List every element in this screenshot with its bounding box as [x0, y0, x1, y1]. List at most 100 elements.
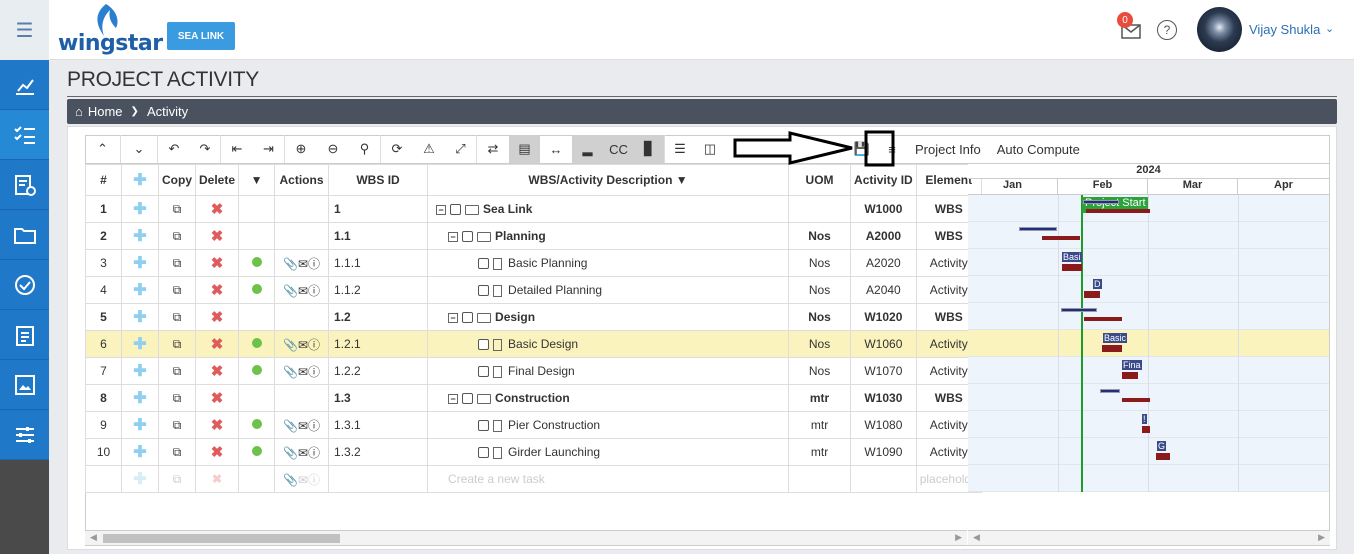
- grid-lines-icon[interactable]: ▤: [509, 135, 540, 163]
- delete-button[interactable]: ✖: [194, 384, 240, 412]
- gantt-actual-bar[interactable]: [1084, 317, 1122, 321]
- attachment-icon[interactable]: 📎: [283, 284, 298, 298]
- info-icon[interactable]: ⓘ: [308, 473, 320, 487]
- activity-id-cell[interactable]: A2020: [850, 249, 917, 277]
- description-cell[interactable]: − Sea Link: [427, 195, 790, 223]
- activity-id-cell[interactable]: W1080: [850, 411, 917, 439]
- columns-icon[interactable]: ◫: [695, 135, 725, 163]
- outdent-icon[interactable]: ⇤: [221, 135, 253, 163]
- uom-cell[interactable]: Nos: [788, 276, 852, 304]
- expand-all-icon[interactable]: ⌄: [121, 135, 158, 163]
- gantt-actual-bar[interactable]: [1062, 264, 1082, 271]
- row-checkbox[interactable]: [478, 339, 490, 351]
- delete-icon[interactable]: ✖: [212, 472, 222, 486]
- copy-button[interactable]: ⧉: [158, 222, 196, 250]
- copy-button[interactable]: ⧉: [158, 465, 196, 493]
- row-checkbox[interactable]: [478, 366, 490, 378]
- attachment-icon[interactable]: 📎: [283, 473, 298, 487]
- copy-icon[interactable]: ⧉: [173, 472, 182, 486]
- activity-id-cell[interactable]: W1090: [850, 438, 917, 466]
- delete-button[interactable]: ✖: [194, 222, 240, 250]
- wbs-id-cell[interactable]: 1: [328, 195, 429, 223]
- plus-icon[interactable]: ✚: [133, 228, 146, 245]
- uom-cell[interactable]: mtr: [788, 384, 852, 412]
- collapse-toggle-icon[interactable]: −: [448, 393, 459, 404]
- delete-icon[interactable]: ✖: [211, 282, 224, 299]
- gantt-plan-bar[interactable]: [1100, 389, 1120, 393]
- description-cell[interactable]: Final Design: [427, 357, 790, 385]
- add-child-button[interactable]: ✚: [121, 276, 159, 304]
- plus-icon[interactable]: ✚: [133, 390, 146, 407]
- activity-id-cell[interactable]: W1070: [850, 357, 917, 385]
- collapse-toggle-icon[interactable]: −: [448, 312, 459, 323]
- add-child-button[interactable]: ✚: [121, 195, 159, 223]
- project-selector-button[interactable]: SEA LINK: [167, 22, 235, 50]
- gantt-actual-bar[interactable]: [1122, 372, 1138, 379]
- activity-id-cell[interactable]: A2000: [850, 222, 917, 250]
- wbs-id-cell[interactable]: 1.2: [328, 303, 429, 331]
- plus-icon[interactable]: ✚: [133, 336, 146, 353]
- activity-id-cell[interactable]: [850, 465, 917, 493]
- uom-cell[interactable]: Nos: [788, 222, 852, 250]
- delete-icon[interactable]: ✖: [211, 255, 224, 272]
- plus-icon[interactable]: ✚: [133, 363, 146, 380]
- description-cell[interactable]: Girder Launching: [427, 438, 790, 466]
- sidebar-item-dashboard[interactable]: [0, 60, 49, 110]
- table-row[interactable]: 4 ✚ ⧉ ✖ 📎✉ⓘ 1.1.2 Detailed Planning Nos A2040 Act…: [85, 276, 982, 304]
- row-checkbox[interactable]: [478, 285, 490, 297]
- info-icon[interactable]: ⓘ: [308, 338, 320, 352]
- gantt-chart[interactable]: Project Start BasiDBasicFina!G: [968, 195, 1329, 492]
- table-row[interactable]: 3 ✚ ⧉ ✖ 📎✉ⓘ 1.1.1 Basic Planning Nos A2020 Activi…: [85, 249, 982, 277]
- activity-id-cell[interactable]: W1020: [850, 303, 917, 331]
- description-cell[interactable]: Basic Design: [427, 330, 790, 358]
- sidebar-item-reports[interactable]: [0, 160, 49, 210]
- chevron-down-icon[interactable]: ⌄: [1325, 22, 1334, 35]
- plus-icon[interactable]: ✚: [133, 444, 146, 461]
- mail-icon[interactable]: ✉: [298, 419, 308, 433]
- delete-button[interactable]: ✖: [194, 195, 240, 223]
- delete-button[interactable]: ✖: [194, 357, 240, 385]
- sidebar-item-documents[interactable]: [0, 210, 49, 260]
- gantt-horizontal-scrollbar[interactable]: ◀ ▶: [968, 530, 1330, 545]
- copy-icon[interactable]: ⧉: [173, 337, 182, 351]
- uom-cell[interactable]: Nos: [788, 330, 852, 358]
- new-task-input[interactable]: Create a new task: [427, 465, 790, 493]
- breadcrumb-home[interactable]: Home: [88, 104, 123, 119]
- scroll-thumb[interactable]: [103, 534, 340, 543]
- copy-icon[interactable]: ⧉: [173, 283, 182, 297]
- col-activity-id[interactable]: Activity ID: [850, 164, 917, 196]
- copy-icon[interactable]: ⧉: [173, 391, 182, 405]
- table-row[interactable]: 7 ✚ ⧉ ✖ 📎✉ⓘ 1.2.2 Final Design Nos W1070 Activity: [85, 357, 982, 385]
- info-icon[interactable]: ⓘ: [308, 284, 320, 298]
- wbs-id-cell[interactable]: 1.2.2: [328, 357, 429, 385]
- info-icon[interactable]: ⓘ: [308, 419, 320, 433]
- row-checkbox[interactable]: [462, 231, 474, 243]
- fit-width-icon[interactable]: ↔: [540, 135, 572, 163]
- table-row[interactable]: 8 ✚ ⧉ ✖ 1.3− Construction mtr W1030 WBS: [85, 384, 982, 412]
- uom-cell[interactable]: Nos: [788, 303, 852, 331]
- sidebar-item-tasks[interactable]: [0, 310, 49, 360]
- wbs-id-cell[interactable]: 1.3.1: [328, 411, 429, 439]
- hamburger-menu-icon[interactable]: ☰: [0, 0, 49, 60]
- sidebar-item-approvals[interactable]: [0, 260, 49, 310]
- copy-icon[interactable]: ⧉: [173, 256, 182, 270]
- description-cell[interactable]: Pier Construction: [427, 411, 790, 439]
- gantt-actual-bar[interactable]: [1122, 398, 1150, 402]
- table-row[interactable]: 2 ✚ ⧉ ✖ 1.1− Planning Nos A2000 WBS: [85, 222, 982, 250]
- copy-button[interactable]: ⧉: [158, 438, 196, 466]
- mail-icon[interactable]: ✉: [298, 338, 308, 352]
- delete-icon[interactable]: ✖: [211, 228, 224, 245]
- add-child-button[interactable]: ✚: [121, 222, 159, 250]
- warning-icon[interactable]: ⚠: [413, 135, 445, 163]
- collapse-toggle-icon[interactable]: −: [436, 204, 447, 215]
- document-icon[interactable]: □: [787, 135, 817, 163]
- copy-button[interactable]: ⧉: [158, 330, 196, 358]
- delete-icon[interactable]: ✖: [211, 336, 224, 353]
- delete-button[interactable]: ✖: [194, 438, 240, 466]
- row-checkbox[interactable]: [462, 312, 474, 324]
- wbs-id-cell[interactable]: 1.1.1: [328, 249, 429, 277]
- bar-chart-icon[interactable]: ▊: [634, 135, 665, 163]
- uom-cell[interactable]: [788, 195, 852, 223]
- add-row-button[interactable]: ✚: [121, 164, 159, 196]
- copy-button[interactable]: ⧉: [158, 276, 196, 304]
